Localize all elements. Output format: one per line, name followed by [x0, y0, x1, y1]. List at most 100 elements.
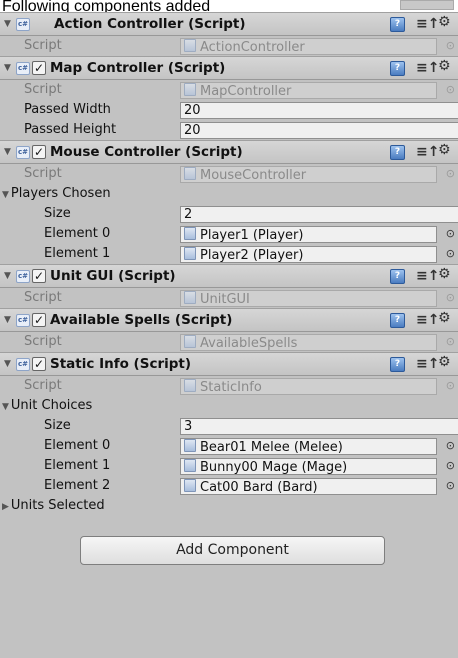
triangle-down-icon[interactable]: ▼ [2, 190, 9, 200]
gear-icon[interactable]: ⚙ [438, 12, 451, 33]
triangle-right-icon[interactable]: ▶ [2, 502, 9, 512]
object-value: Bunny00 Mage (Mage) [200, 460, 348, 475]
object-icon [184, 439, 196, 452]
object-icon [184, 291, 196, 304]
property-row: Element 1 Bunny00 Mage (Mage) ⊙ [0, 456, 458, 476]
size-field[interactable]: 2 [180, 206, 458, 223]
property-row: ▼ Unit Choices [0, 396, 458, 416]
help-book-icon[interactable]: ? [390, 269, 405, 284]
object-icon [184, 459, 196, 472]
object-field[interactable]: Player2 (Player) [180, 246, 437, 263]
gear-icon[interactable]: ⚙ [438, 307, 451, 329]
preset-icon[interactable]: ≡↑ [416, 13, 439, 35]
foldout-players-chosen[interactable]: ▼ Players Chosen [2, 184, 111, 205]
object-field[interactable]: Bunny00 Mage (Mage) [180, 458, 437, 475]
property-label: Element 0 [44, 226, 111, 241]
inspector-panel: ▼ c# Action Controller (Script)? ≡↑ ⚙ Script A… [0, 12, 458, 658]
object-picker-icon[interactable]: ⊙ [446, 244, 455, 264]
property-label: Size [44, 206, 71, 221]
object-value: ActionController [200, 40, 305, 55]
help-book-icon[interactable]: ? [390, 313, 405, 328]
passed-height-field[interactable]: 20 [180, 122, 458, 139]
object-picker-icon: ⊙ [445, 335, 455, 348]
enable-checkbox[interactable]: ✓ [32, 61, 46, 75]
property-label: Element 1 [44, 246, 111, 261]
component-title: Mouse Controller (Script) [50, 144, 243, 160]
object-icon [184, 335, 196, 348]
object-icon [184, 83, 196, 96]
object-picker-icon: ⊙ [445, 291, 455, 304]
foldout-units-selected[interactable]: ▶ Units Selected [2, 496, 105, 517]
gear-icon[interactable]: ⚙ [438, 263, 451, 285]
object-value: UnitGUI [200, 292, 250, 307]
foldout-unit-choices[interactable]: ▼ Unit Choices [2, 396, 92, 417]
property-row: ▶ Units Selected [0, 496, 458, 516]
component-action-controller: ▼ c# Action Controller (Script)? ≡↑ ⚙ Script A… [0, 12, 458, 56]
property-label: Script [24, 334, 62, 349]
property-label: Passed Height [24, 122, 117, 137]
enable-checkbox[interactable]: ✓ [32, 357, 46, 371]
property-row: Element 2 Cat00 Bard (Bard) ⊙ [0, 476, 458, 496]
csharp-script-icon: c# [16, 18, 30, 31]
preset-icon[interactable]: ≡↑ [416, 265, 439, 287]
object-field[interactable]: Player1 (Player) [180, 226, 437, 243]
property-row: Script UnitGUI ⊙ [0, 288, 458, 308]
component-static-info: ▼ c# ✓ Static Info (Script)? ≡↑ ⚙ Script Static… [0, 352, 458, 516]
component-header[interactable]: ▼ c# ✓ Static Info (Script)? ≡↑ ⚙ [0, 352, 458, 376]
passed-width-field[interactable]: 20 [180, 102, 458, 119]
foldout-arrow-icon[interactable]: ▼ [4, 13, 14, 35]
triangle-down-icon[interactable]: ▼ [2, 402, 9, 412]
object-field: MapController [180, 82, 437, 99]
object-icon [184, 247, 196, 260]
object-picker-icon[interactable]: ⊙ [446, 476, 455, 496]
size-field[interactable]: 3 [180, 418, 458, 435]
help-book-icon[interactable]: ? [390, 145, 405, 160]
preset-icon[interactable]: ≡↑ [416, 309, 439, 331]
object-value: Player1 (Player) [200, 228, 304, 243]
property-label: Passed Width [24, 102, 111, 117]
add-component-button[interactable]: Add Component [80, 536, 385, 565]
object-value: Cat00 Bard (Bard) [200, 480, 318, 495]
object-field: UnitGUI [180, 290, 437, 307]
component-header[interactable]: ▼ c# ✓ Mouse Controller (Script)? ≡↑ ⚙ [0, 140, 458, 164]
component-header[interactable]: ▼ c# Action Controller (Script)? ≡↑ ⚙ [0, 12, 458, 36]
component-title: Unit GUI (Script) [50, 268, 176, 284]
header-icons: ? ≡↑ ⚙ [390, 57, 458, 79]
component-header[interactable]: ▼ c# ✓ Unit GUI (Script)? ≡↑ ⚙ [0, 264, 458, 288]
enable-checkbox[interactable]: ✓ [32, 269, 46, 283]
gear-icon[interactable]: ⚙ [438, 139, 451, 161]
property-label: Script [24, 38, 62, 53]
preset-icon[interactable]: ≡↑ [416, 57, 439, 79]
foldout-arrow-icon[interactable]: ▼ [4, 353, 14, 375]
preset-icon[interactable]: ≡↑ [416, 353, 439, 375]
foldout-label: Units Selected [10, 498, 105, 513]
gear-icon[interactable]: ⚙ [438, 55, 451, 77]
object-picker-icon[interactable]: ⊙ [446, 456, 455, 476]
property-row: Passed Width 20 [0, 100, 458, 120]
object-icon [184, 479, 196, 492]
foldout-arrow-icon[interactable]: ▼ [4, 57, 14, 79]
component-header[interactable]: ▼ c# ✓ Map Controller (Script)? ≡↑ ⚙ [0, 56, 458, 80]
enable-checkbox[interactable]: ✓ [32, 313, 46, 327]
object-field[interactable]: Bear01 Melee (Melee) [180, 438, 437, 455]
preset-icon[interactable]: ≡↑ [416, 141, 439, 163]
foldout-arrow-icon[interactable]: ▼ [4, 265, 14, 287]
gear-icon[interactable]: ⚙ [438, 351, 451, 373]
property-label: Script [24, 82, 62, 97]
component-header[interactable]: ▼ c# ✓ Available Spells (Script)? ≡↑ ⚙ [0, 308, 458, 332]
object-picker-icon[interactable]: ⊙ [446, 436, 455, 456]
help-book-icon[interactable]: ? [390, 61, 405, 76]
object-field[interactable]: Cat00 Bard (Bard) [180, 478, 437, 495]
header-icons: ? ≡↑ ⚙ [390, 141, 458, 163]
object-field: MouseController [180, 166, 437, 183]
foldout-arrow-icon[interactable]: ▼ [4, 309, 14, 331]
csharp-script-icon: c# [16, 358, 30, 371]
foldout-arrow-icon[interactable]: ▼ [4, 141, 14, 163]
help-book-icon[interactable]: ? [390, 357, 405, 372]
property-row: Passed Height 20 [0, 120, 458, 140]
component-unit-gui: ▼ c# ✓ Unit GUI (Script)? ≡↑ ⚙ Script UnitGUI ⊙ [0, 264, 458, 308]
help-book-icon[interactable]: ? [390, 17, 405, 32]
enable-checkbox[interactable]: ✓ [32, 145, 46, 159]
object-icon [184, 227, 196, 240]
object-picker-icon[interactable]: ⊙ [446, 224, 455, 244]
